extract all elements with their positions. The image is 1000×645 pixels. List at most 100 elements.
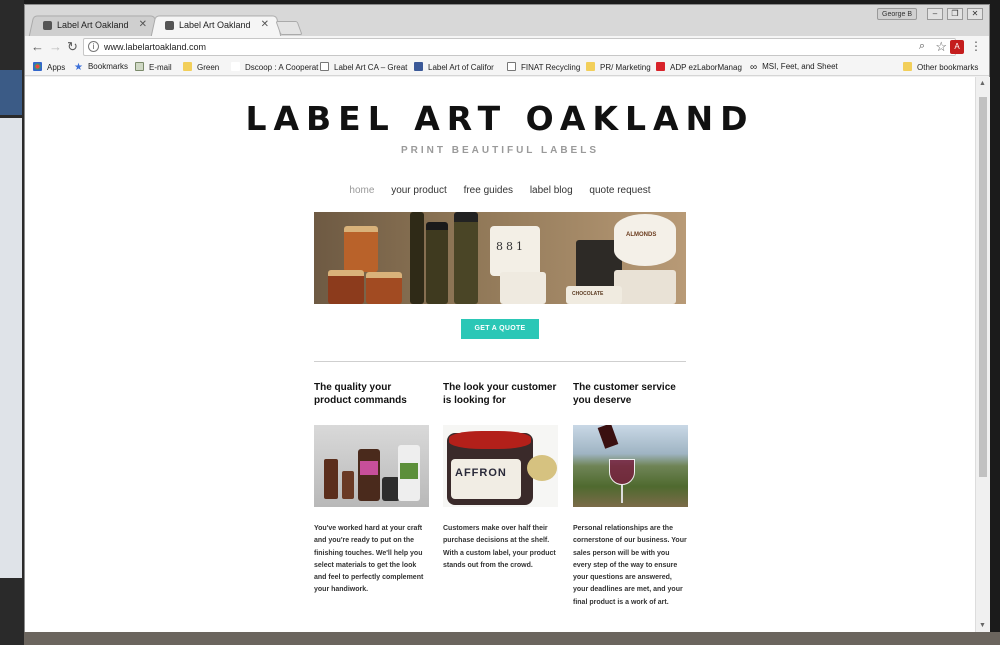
infinity-icon: ∞ <box>750 62 758 73</box>
bookmark-label: Dscoop : A Cooperat <box>245 63 319 72</box>
facebook-icon <box>414 62 423 71</box>
forward-arrow-icon[interactable]: → <box>49 39 62 55</box>
reload-icon[interactable]: ↻ <box>67 39 78 55</box>
bookmark-label: Label Art of Califor <box>428 63 494 72</box>
bookmark-label-art-california[interactable]: Label Art of Califor <box>414 62 494 72</box>
bookmark-email[interactable]: E-mail <box>135 62 172 72</box>
nav-free-guides[interactable]: free guides <box>464 185 513 196</box>
section-divider <box>314 361 686 362</box>
profile-button[interactable]: George B <box>877 8 917 20</box>
desktop-bottom-strip <box>24 632 1000 645</box>
bookmark-bookmarks[interactable]: ★ Bookmarks <box>74 62 128 73</box>
bookmark-label: Green <box>197 63 220 72</box>
nav-home[interactable]: home <box>349 185 374 196</box>
oil-bottle <box>454 212 478 304</box>
site-title[interactable]: LABEL ART OAKLAND <box>25 99 975 138</box>
bookmark-dscoop[interactable]: Dscoop : A Cooperat <box>231 62 318 72</box>
feature-heading: The look your customer is looking for <box>443 382 557 406</box>
info-icon[interactable]: i <box>88 41 99 52</box>
wine-vineyard-photo <box>573 425 688 507</box>
bookmark-label: FINAT Recycling <box>521 63 581 72</box>
oil-bottle <box>410 212 424 304</box>
scroll-up-icon[interactable]: ▲ <box>979 80 986 87</box>
tab-label-art-2[interactable]: Label Art Oakland ✕ <box>150 15 282 38</box>
star-icon: ★ <box>74 62 83 73</box>
browser-toolbar: ← → ↻ i www.labelartoakland.com ⌕ ☆ A ⋮ <box>25 36 989 58</box>
site-nav: home your product free guides label blog… <box>25 185 975 196</box>
address-bar[interactable]: i www.labelartoakland.com ⌕ ☆ <box>83 38 956 56</box>
mug: 881 <box>490 226 540 276</box>
bookmark-label: Other bookmarks <box>917 63 979 72</box>
page-viewport: LABEL ART OAKLAND PRINT BEAUTIFUL LABELS… <box>25 77 975 632</box>
nav-quote-request[interactable]: quote request <box>589 185 650 196</box>
folder-icon <box>903 62 912 71</box>
jam-jar <box>328 270 364 304</box>
browser-window: Label Art Oakland ✕ Label Art Oakland ✕ … <box>24 4 990 632</box>
get-a-quote-button[interactable]: GET A QUOTE <box>461 319 539 339</box>
desktop-window-sliver <box>0 70 22 115</box>
folder-icon <box>183 62 192 71</box>
feature-column-service: The customer service you deserve Persona… <box>573 381 688 606</box>
page-icon <box>507 62 516 71</box>
close-icon[interactable]: ✕ <box>261 19 269 30</box>
bookmark-pr-marketing[interactable]: PR/ Marketing <box>586 62 651 72</box>
bookmark-apps[interactable]: Apps <box>33 62 65 72</box>
tab-label-art-1[interactable]: Label Art Oakland ✕ <box>28 15 160 38</box>
restore-icon[interactable]: ❐ <box>947 8 963 20</box>
tin-stack <box>614 270 676 304</box>
minimize-icon[interactable]: – <box>927 8 943 20</box>
desktop-window-sliver <box>0 118 22 578</box>
menu-dots-icon[interactable]: ⋮ <box>970 39 982 53</box>
mug <box>500 272 546 304</box>
bookmark-adp[interactable]: ADP ezLaborManag <box>656 62 742 72</box>
feature-body: Personal relationships are the cornersto… <box>573 525 687 606</box>
tab-title: Label Art Oakland <box>57 20 129 30</box>
page-favicon-icon <box>165 21 174 30</box>
bookmark-other[interactable]: Other bookmarks <box>903 62 978 72</box>
bookmark-label: E-mail <box>149 63 172 72</box>
tab-title: Label Art Oakland <box>179 20 251 30</box>
bookmark-green[interactable]: Green <box>183 62 219 72</box>
scroll-down-icon[interactable]: ▼ <box>979 622 986 629</box>
feature-column-quality: The quality your product commands You've… <box>314 381 429 593</box>
pdf-extension-icon[interactable]: A <box>950 40 964 54</box>
tab-strip: Label Art Oakland ✕ Label Art Oakland ✕ … <box>25 5 989 38</box>
chocolate-bar: CHOCOLATE <box>566 286 622 304</box>
almond-label: ALMONDS <box>626 232 657 238</box>
new-tab-button[interactable] <box>275 21 303 35</box>
saffron-label: AFFRON <box>455 467 507 479</box>
feature-body: You've worked hard at your craft and you… <box>314 525 424 594</box>
scrollbar-thumb[interactable] <box>979 97 987 477</box>
site-tagline: PRINT BEAUTIFUL LABELS <box>400 145 600 156</box>
blank-icon <box>231 62 240 71</box>
jam-jar <box>366 272 402 304</box>
bookmark-label: Label Art CA – Great <box>334 63 408 72</box>
page-favicon-icon <box>43 21 52 30</box>
saffron-jar-photo: AFFRON <box>443 425 558 507</box>
close-window-icon[interactable]: ✕ <box>967 8 983 20</box>
bookmark-msi[interactable]: ∞ MSI, Feet, and Sheet <box>750 62 838 73</box>
bookmark-star-icon[interactable]: ☆ <box>935 39 947 55</box>
nav-your-product[interactable]: your product <box>391 185 447 196</box>
bookmarks-bar: Apps ★ Bookmarks E-mail Green Dscoop : A … <box>25 58 989 76</box>
page-scrollbar[interactable]: ▲ ▼ <box>975 77 990 632</box>
desktop-left-edge <box>0 0 24 645</box>
close-icon[interactable]: ✕ <box>139 19 147 30</box>
zoom-icon[interactable]: ⌕ <box>919 40 925 53</box>
chocolate-label: CHOCOLATE <box>572 291 604 297</box>
feature-heading: The customer service you deserve <box>573 382 676 406</box>
bookmark-label: Apps <box>47 63 66 72</box>
bookmark-label: Bookmarks <box>87 62 128 71</box>
back-arrow-icon[interactable]: ← <box>31 39 44 55</box>
bookmark-label-art-ca[interactable]: Label Art CA – Great <box>320 62 407 72</box>
feature-heading: The quality your product commands <box>314 382 407 406</box>
almond-tin: ALMONDS <box>614 214 676 266</box>
feature-column-look: The look your customer is looking for AF… <box>443 381 558 569</box>
page-icon <box>320 62 329 71</box>
apps-grid-icon <box>33 62 42 71</box>
mug-label: 881 <box>496 240 526 253</box>
bookmark-finat[interactable]: FINAT Recycling <box>507 62 580 72</box>
nav-label-blog[interactable]: label blog <box>530 185 573 196</box>
feature-body: Customers make over half their purchase … <box>443 525 556 569</box>
url-text: www.labelartoakland.com <box>104 42 207 52</box>
